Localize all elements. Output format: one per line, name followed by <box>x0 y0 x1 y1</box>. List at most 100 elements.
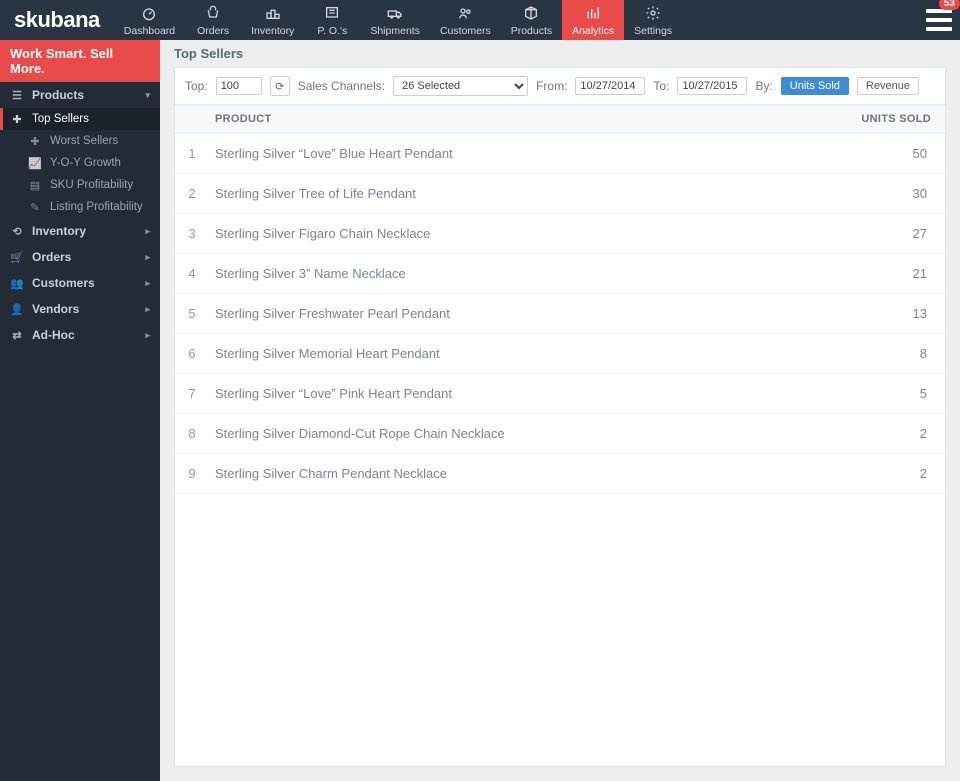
row-rank: 7 <box>175 386 209 401</box>
nav-item-settings[interactable]: Settings <box>624 0 682 40</box>
nav-item-pos[interactable]: P. O.'s <box>304 0 360 40</box>
sidebar-item-worst[interactable]: ✚Worst Sellers <box>0 130 160 152</box>
table-row[interactable]: 5Sterling Silver Freshwater Pearl Pendan… <box>175 294 945 334</box>
table-header: PRODUCT UNITS SOLD <box>175 105 945 134</box>
sidebar-section-inventory[interactable]: ⟲Inventory▸ <box>0 218 160 244</box>
notification-badge[interactable]: 53 <box>939 0 960 10</box>
filter-by-revenue-button[interactable]: Revenue <box>857 77 919 95</box>
row-rank: 5 <box>175 306 209 321</box>
refresh-button[interactable]: ⟳ <box>270 76 290 96</box>
nav-items: Dashboard Orders Inventory P. O.'s Shipments… <box>114 0 682 40</box>
sidebar-item-listing[interactable]: ✎Listing Profitability <box>0 196 160 218</box>
row-rank: 8 <box>175 426 209 441</box>
row-rank: 6 <box>175 346 209 361</box>
sidebar-section-vendors[interactable]: 👤 Vendors ▸ <box>0 296 160 322</box>
nav-item-customers[interactable]: Customers <box>430 0 501 40</box>
col-product-header[interactable]: PRODUCT <box>209 105 855 133</box>
filter-saleschannel-select[interactable]: 26 Selected <box>393 76 528 96</box>
nav-item-label: Orders <box>197 25 229 37</box>
orders-icon <box>204 5 222 24</box>
chevron-down-icon: ▾ <box>145 90 150 101</box>
top-icon: ✚ <box>10 113 24 126</box>
row-rank: 9 <box>175 466 209 481</box>
row-units: 2 <box>855 426 945 441</box>
sidebar-item-sku[interactable]: ▤SKU Profitability <box>0 174 160 196</box>
report-panel: Top: ⟳ Sales Channels: 26 Selected From:… <box>174 67 946 767</box>
adhoc-icon: ⇄ <box>10 329 24 342</box>
menu-icon[interactable] <box>926 7 952 33</box>
nav-item-orders[interactable]: Orders <box>185 0 241 40</box>
sidebar-section-label: Orders <box>32 250 71 264</box>
filter-bar: Top: ⟳ Sales Channels: 26 Selected From:… <box>175 68 945 105</box>
row-units: 2 <box>855 466 945 481</box>
nav-item-label: Inventory <box>251 25 294 37</box>
filter-by-label: By: <box>755 79 772 93</box>
table-row[interactable]: 7Sterling Silver “Love” Pink Heart Penda… <box>175 374 945 414</box>
row-units: 27 <box>855 226 945 241</box>
dashboard-icon <box>140 5 158 24</box>
customers-icon <box>456 5 474 24</box>
sidebar-section-adhoc[interactable]: ⇄Ad-Hoc▸ <box>0 322 160 348</box>
table-row[interactable]: 4Sterling Silver 3” Name Necklace21 <box>175 254 945 294</box>
sidebar-section-label: Products <box>32 88 84 102</box>
filter-to-label: To: <box>653 79 669 93</box>
row-product: Sterling Silver “Love” Blue Heart Pendan… <box>209 146 855 161</box>
nav-item-label: Products <box>511 25 552 37</box>
shipments-icon <box>386 5 404 24</box>
nav-item-inventory[interactable]: Inventory <box>241 0 304 40</box>
col-units-header[interactable]: UNITS SOLD <box>855 105 945 133</box>
sidebar-item-yoy[interactable]: 📈Y-O-Y Growth <box>0 152 160 174</box>
table-body: 1Sterling Silver “Love” Blue Heart Penda… <box>175 134 945 494</box>
brand-logo: skubana <box>0 0 114 40</box>
sidebar: Work Smart. Sell More. ☰ Products ▾ ✚ Top… <box>0 40 160 781</box>
table-row[interactable]: 8Sterling Silver Diamond-Cut Rope Chain … <box>175 414 945 454</box>
filter-from-label: From: <box>536 79 567 93</box>
nav-item-analytics[interactable]: Analytics <box>562 0 624 40</box>
row-units: 5 <box>855 386 945 401</box>
row-product: Sterling Silver Charm Pendant Necklace <box>209 466 855 481</box>
table-row[interactable]: 1Sterling Silver “Love” Blue Heart Penda… <box>175 134 945 174</box>
sidebar-section-label: Inventory <box>32 224 86 238</box>
filter-by-units-button[interactable]: Units Sold <box>781 77 849 95</box>
analytics-icon <box>584 5 602 24</box>
sku-icon: ▤ <box>28 179 42 192</box>
filter-top-input[interactable] <box>216 77 262 95</box>
row-units: 8 <box>855 346 945 361</box>
sidebar-item-label: Listing Profitability <box>50 201 143 213</box>
sidebar-section-customers[interactable]: 👥Customers▸ <box>0 270 160 296</box>
table-row[interactable]: 3Sterling Silver Figaro Chain Necklace27 <box>175 214 945 254</box>
row-product: Sterling Silver Figaro Chain Necklace <box>209 226 855 241</box>
nav-item-label: Settings <box>634 25 672 37</box>
pos-icon <box>323 5 341 24</box>
nav-right: 53 <box>926 0 960 40</box>
nav-item-shipments[interactable]: Shipments <box>360 0 430 40</box>
row-units: 30 <box>855 186 945 201</box>
nav-item-label: Customers <box>440 25 491 37</box>
row-units: 50 <box>855 146 945 161</box>
nav-item-label: Shipments <box>370 25 420 37</box>
vendors-icon: 👤 <box>10 303 24 316</box>
table-row[interactable]: 2Sterling Silver Tree of Life Pendant30 <box>175 174 945 214</box>
filter-from-input[interactable] <box>575 77 645 95</box>
sidebar-section-label: Vendors <box>32 302 79 316</box>
row-product: Sterling Silver Tree of Life Pendant <box>209 186 855 201</box>
row-rank: 4 <box>175 266 209 281</box>
filter-top-label: Top: <box>185 79 208 93</box>
top-nav: skubana Dashboard Orders Inventory P. O.'s S… <box>0 0 960 40</box>
row-units: 13 <box>855 306 945 321</box>
refresh-icon: ⟳ <box>275 80 284 93</box>
sidebar-section-orders[interactable]: 🛒Orders▸ <box>0 244 160 270</box>
chevron-right-icon: ▸ <box>145 304 150 315</box>
filter-to-input[interactable] <box>677 77 747 95</box>
nav-item-dashboard[interactable]: Dashboard <box>114 0 185 40</box>
row-product: Sterling Silver Freshwater Pearl Pendant <box>209 306 855 321</box>
sidebar-item-top[interactable]: ✚ Top Sellers <box>0 108 160 130</box>
table-row[interactable]: 9Sterling Silver Charm Pendant Necklace2 <box>175 454 945 494</box>
row-product: Sterling Silver “Love” Pink Heart Pendan… <box>209 386 855 401</box>
nav-item-label: Analytics <box>572 25 614 37</box>
sidebar-section-products[interactable]: ☰ Products ▾ <box>0 82 160 108</box>
table-row[interactable]: 6Sterling Silver Memorial Heart Pendant8 <box>175 334 945 374</box>
sidebar-item-label: Top Sellers <box>32 113 89 125</box>
nav-item-products[interactable]: Products <box>501 0 562 40</box>
sidebar-tagline: Work Smart. Sell More. <box>0 40 160 82</box>
